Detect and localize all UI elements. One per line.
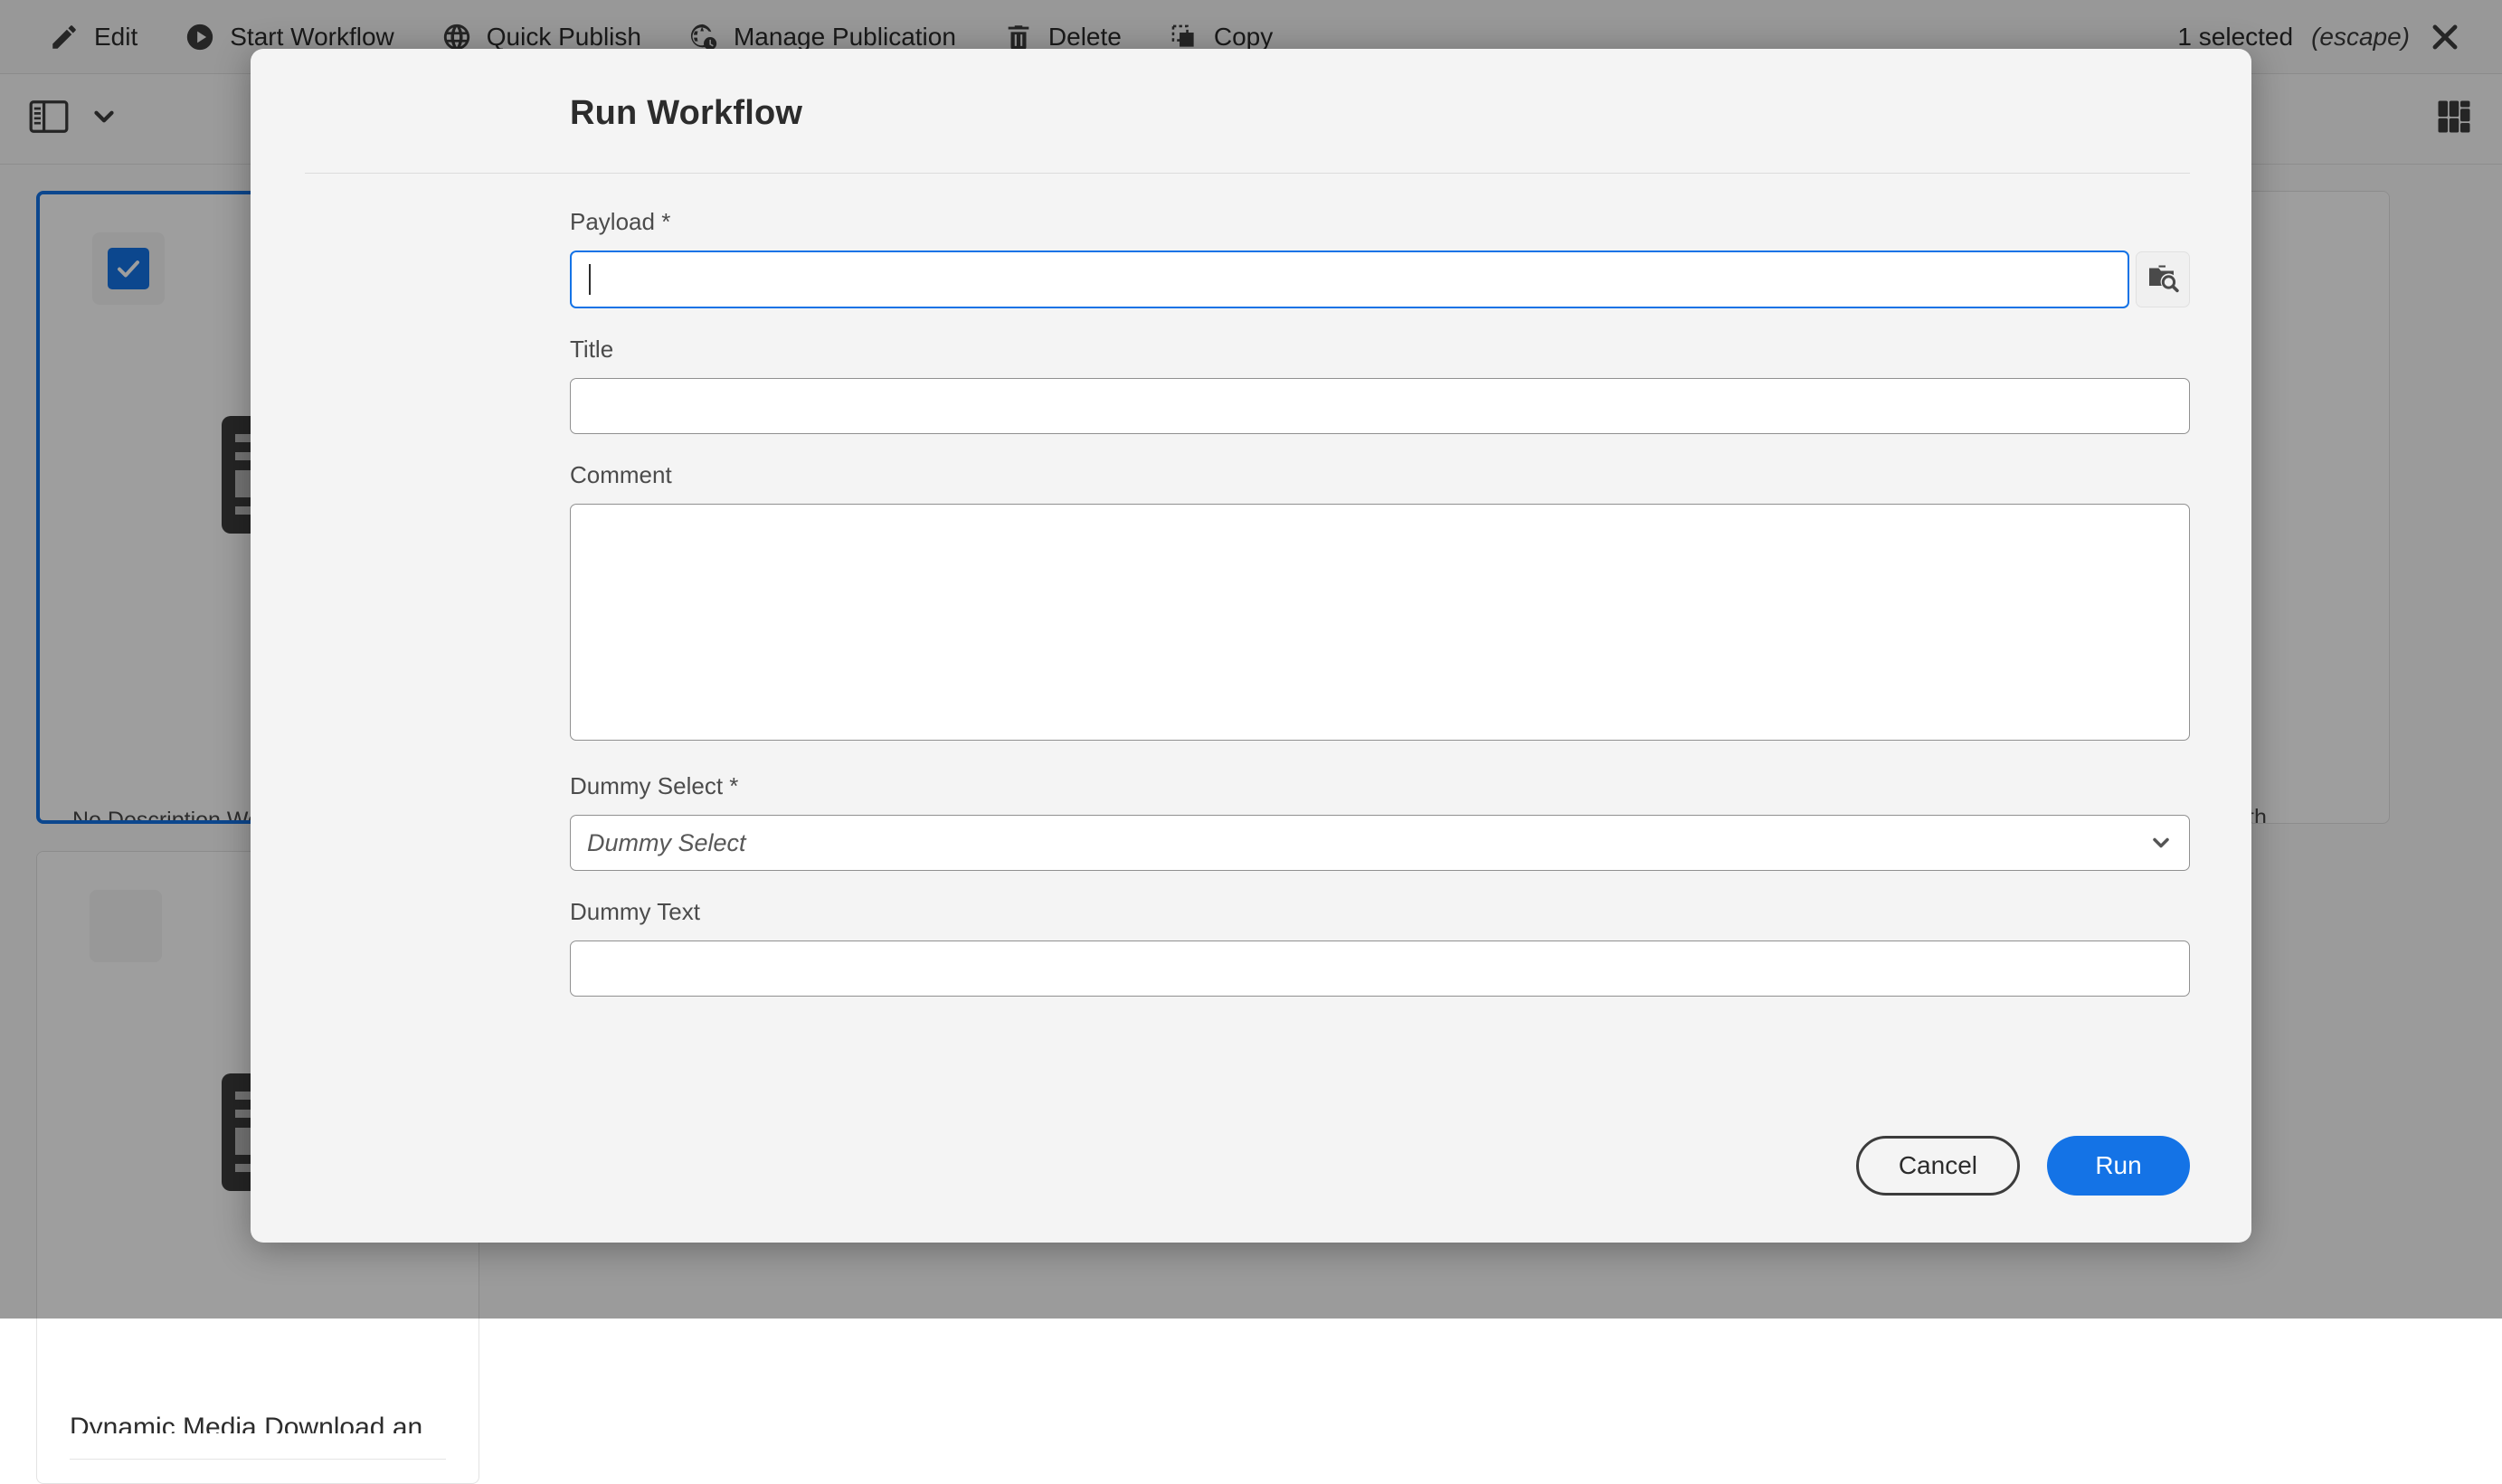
payload-input[interactable] — [570, 250, 2129, 308]
dummy-select-label: Dummy Select * — [570, 772, 2190, 800]
dialog-form: Payload * — [305, 174, 2197, 1118]
comment-textarea[interactable] — [570, 504, 2190, 741]
dummy-text-label: Dummy Text — [570, 898, 2190, 926]
payload-input-row — [570, 250, 2190, 308]
payload-required-marker: * — [661, 208, 670, 235]
payload-label-text: Payload — [570, 208, 655, 235]
field-dummy-text: Dummy Text — [570, 898, 2190, 997]
cancel-button[interactable]: Cancel — [1856, 1136, 2020, 1196]
field-dummy-select: Dummy Select * Dummy Select — [570, 772, 2190, 871]
field-payload: Payload * — [570, 208, 2190, 308]
dialog-title: Run Workflow — [305, 49, 2197, 133]
dialog-footer: Cancel Run — [305, 1118, 2197, 1243]
field-comment: Comment — [570, 461, 2190, 745]
folder-search-icon — [2147, 261, 2179, 298]
dummy-select-input[interactable]: Dummy Select — [570, 815, 2190, 871]
payload-label: Payload * — [570, 208, 2190, 236]
payload-picker-button[interactable] — [2136, 251, 2190, 307]
text-caret — [589, 264, 591, 295]
run-button[interactable]: Run — [2047, 1136, 2190, 1196]
dummy-select-value: Dummy Select — [587, 829, 746, 857]
title-input[interactable] — [570, 378, 2190, 434]
dummy-select-wrapper: Dummy Select — [570, 815, 2190, 871]
dummy-select-label-text: Dummy Select — [570, 772, 723, 799]
comment-label: Comment — [570, 461, 2190, 489]
dummy-text-input[interactable] — [570, 940, 2190, 997]
dummy-select-required-marker: * — [729, 772, 738, 799]
run-workflow-dialog: Run Workflow Payload * — [251, 49, 2251, 1243]
field-title: Title — [570, 336, 2190, 434]
title-label: Title — [570, 336, 2190, 364]
card-title: Dynamic Media Download an — [37, 1413, 479, 1433]
card-description — [37, 1460, 479, 1483]
